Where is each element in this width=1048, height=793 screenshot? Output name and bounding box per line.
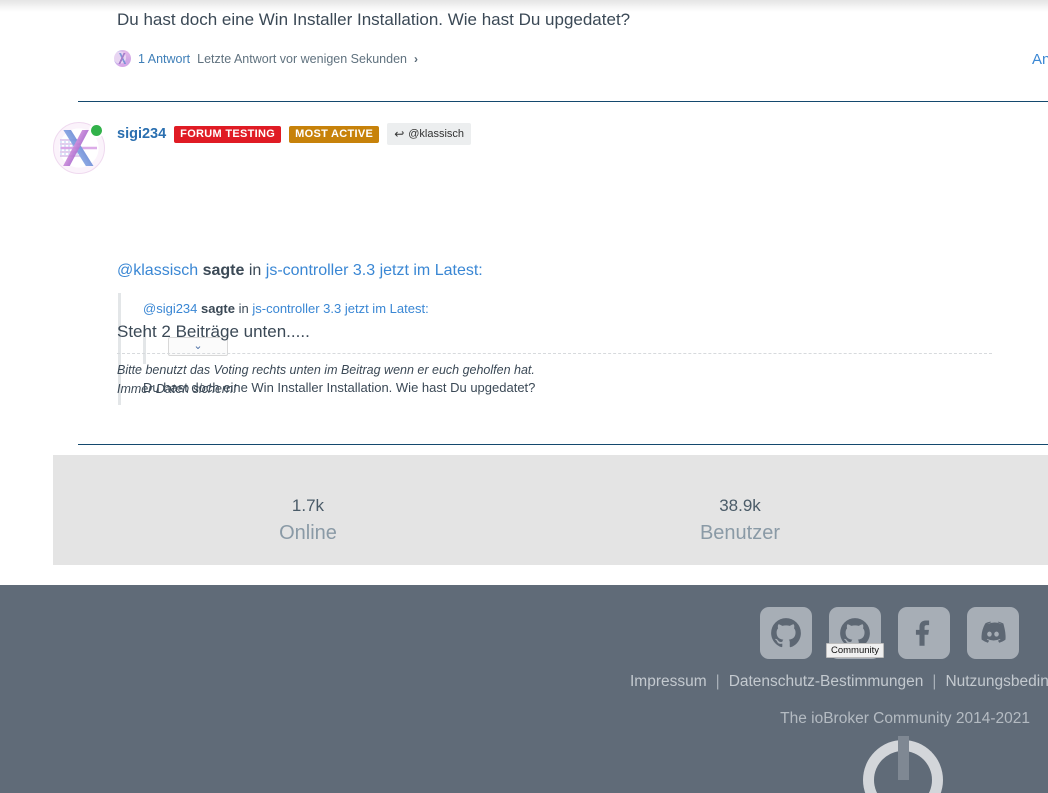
chevron-right-icon: › [413, 51, 418, 66]
reply-to-label: @klassisch [408, 128, 465, 140]
quote-verb-inner: sagte [201, 301, 235, 316]
quote-mention-outer[interactable]: @klassisch [117, 262, 198, 279]
badge-forum-testing: FORUM TESTING [174, 125, 282, 143]
quote-mention-inner[interactable]: @sigi234 [143, 301, 197, 316]
forum-stats-bar: 1.7k Online 38.9k Benutzer [53, 455, 1048, 565]
footer-separator-2: | [932, 673, 937, 690]
footer-link-datenschutz[interactable]: Datenschutz-Bestimmungen [729, 673, 924, 690]
github-icon[interactable] [760, 607, 812, 659]
stat-users-value: 38.9k [719, 496, 761, 515]
stat-online-value: 1.7k [291, 496, 325, 515]
replies-summary[interactable]: 1 Antwort Letzte Antwort vor wenigen Sek… [114, 50, 418, 67]
replies-count: 1 Antwort [138, 51, 191, 66]
quote-colon-outer: : [478, 262, 483, 279]
facebook-icon[interactable] [898, 607, 950, 659]
stat-online: 1.7k Online [228, 496, 388, 545]
quote-attribution-outer: @klassisch sagte in js-controller 3.3 je… [117, 262, 483, 280]
footer-link-nutzungsbedingungen[interactable]: Nutzungsbedingungen [945, 673, 1048, 690]
forum-page: Du hast doch eine Win Installer Installa… [0, 0, 1048, 793]
github-community-tooltip: Community [825, 643, 885, 658]
quote-topic-link-inner[interactable]: js-controller 3.3 jetzt im Latest [252, 301, 425, 316]
quote-in-inner: in [238, 301, 249, 316]
footer-separator-1: | [715, 673, 720, 690]
stat-online-label: Online [279, 521, 337, 544]
post-signature: Bitte benutzt das Voting rechts unten im… [117, 361, 535, 400]
post-author-username[interactable]: sigi234 [117, 126, 166, 142]
stat-users: 38.9k Benutzer [660, 496, 820, 545]
post-preview-text: Du hast doch eine Win Installer Installa… [117, 10, 631, 29]
badge-most-active: MOST ACTIVE [289, 125, 380, 143]
chevron-down-icon: ⌄ [193, 340, 203, 352]
reply-button-top[interactable]: Antworten [1032, 51, 1048, 68]
quote-in-outer: in [248, 262, 262, 279]
quote-topic-link-outer[interactable]: js-controller 3.3 jetzt im Latest [266, 262, 479, 279]
post-divider-1 [78, 101, 1048, 102]
quote-attribution-inner: @sigi234 sagte in js-controller 3.3 jetz… [143, 301, 998, 316]
social-links: Community [760, 607, 1019, 659]
github-community-icon[interactable]: Community [825, 607, 885, 659]
footer-links: Impressum | Datenschutz-Bestimmungen | Nutzu… [630, 673, 1048, 691]
stat-users-label: Benutzer [699, 521, 781, 544]
logo-bar [898, 736, 909, 780]
replies-last-time: Letzte Antwort vor wenigen Sekunden [197, 51, 407, 66]
online-status-indicator [89, 123, 104, 138]
signature-line-2: Immer Daten sichern! [117, 382, 237, 397]
iobroker-logo-icon [863, 736, 943, 793]
discord-icon[interactable] [967, 607, 1019, 659]
reply-arrow-icon: ↩ [394, 127, 405, 141]
signature-line-1: Bitte benutzt das Voting rechts unten im… [117, 363, 535, 377]
avatar-small-icon [114, 50, 131, 67]
footer-link-impressum[interactable]: Impressum [630, 673, 707, 690]
signature-separator [117, 353, 992, 354]
avatar[interactable] [53, 122, 105, 174]
quote-colon-inner: : [425, 301, 429, 316]
post-meta: sigi234 FORUM TESTING MOST ACTIVE ↩ @kla… [117, 123, 472, 145]
reply-to-chip[interactable]: ↩ @klassisch [387, 123, 472, 145]
post-divider-2 [78, 444, 1048, 445]
post-body-text: Steht 2 Beiträge unten..... [117, 322, 310, 341]
footer-copyright: The ioBroker Community 2014-2021 [780, 710, 1030, 727]
quote-verb-outer: sagte [202, 262, 245, 279]
